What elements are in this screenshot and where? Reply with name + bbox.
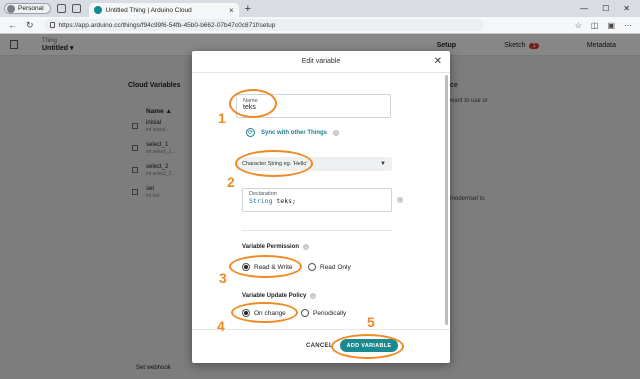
radio-periodically[interactable]: Periodically	[301, 309, 346, 317]
info-icon[interactable]: i	[303, 244, 310, 250]
info-icon[interactable]: i	[397, 197, 403, 203]
minimize-button[interactable]: —	[580, 4, 588, 13]
browser-tab[interactable]: Untitled Thing | Arduino Cloud ×	[88, 3, 239, 17]
annotation-circle-name	[229, 89, 277, 118]
dialog-footer: CANCEL ADD VARIABLE	[192, 329, 450, 363]
sync-link[interactable]: Sync with other Things	[261, 130, 327, 136]
cancel-button[interactable]: CANCEL	[306, 343, 333, 349]
info-icon[interactable]: i	[333, 129, 340, 136]
lock-icon	[49, 22, 55, 28]
permission-title-text: Variable Permission	[242, 244, 300, 250]
annotation-circle-type	[235, 150, 313, 177]
radio-periodically-label: Periodically	[313, 309, 347, 317]
annotation-number: 4	[217, 318, 225, 334]
back-icon[interactable]: ←	[8, 20, 17, 31]
arduino-favicon-icon	[93, 6, 102, 14]
url-field[interactable]: https://app.arduino.cc/things/f94c99f6-5…	[43, 19, 484, 31]
sync-row: ⟳ Sync with other Things i	[246, 128, 340, 137]
annotation-number: 3	[219, 270, 227, 286]
update-policy-title-text: Variable Update Policy	[242, 293, 307, 299]
declaration-field: Declaration String teks;	[242, 188, 392, 212]
close-icon[interactable]: ✕	[434, 56, 442, 67]
nav-buttons: ← ↻	[8, 20, 34, 31]
update-policy-title: Variable Update Policy i	[242, 293, 317, 299]
dialog-scrollbar[interactable]	[445, 75, 448, 325]
radio-unselected-icon	[308, 263, 316, 271]
close-window-button[interactable]: ✕	[623, 4, 630, 13]
browser-titlebar: Personal Untitled Thing | Arduino Cloud …	[0, 0, 640, 17]
workspaces-icon[interactable]	[56, 4, 66, 13]
radio-read-only[interactable]: Read Only	[308, 263, 351, 271]
toolbar-icons: ☆ ◫ ▣ ⋯	[575, 21, 632, 30]
address-bar-row: ← ↻ https://app.arduino.cc/things/f94c99…	[0, 17, 640, 34]
info-icon[interactable]: i	[310, 293, 317, 299]
more-menu-icon[interactable]: ⋯	[624, 21, 632, 30]
reload-icon[interactable]: ↻	[26, 20, 34, 31]
url-text: https://app.arduino.cc/things/f94c99f6-5…	[58, 21, 276, 29]
tab-close-icon[interactable]: ×	[229, 6, 234, 15]
tab-actions-icon[interactable]	[71, 4, 81, 13]
maximize-button[interactable]: ☐	[602, 4, 609, 13]
declaration-rest: teks;	[272, 197, 296, 205]
permission-title: Variable Permission i	[242, 244, 310, 250]
annotation-circle-permission	[229, 255, 302, 278]
new-tab-button[interactable]: +	[245, 3, 251, 15]
profile-label: Personal	[18, 5, 44, 12]
declaration-keyword: String	[249, 197, 273, 205]
caret-down-icon: ▼	[380, 161, 386, 167]
declaration-code: String teks;	[249, 197, 385, 205]
split-screen-icon[interactable]: ◫	[591, 21, 599, 30]
dialog-title: Edit variable	[192, 51, 450, 73]
annotation-number: 2	[227, 174, 235, 190]
window-controls: — ☐ ✕	[580, 4, 630, 13]
annotation-number: 1	[218, 110, 226, 126]
sync-icon[interactable]: ⟳	[246, 128, 255, 137]
radio-read-only-label: Read Only	[320, 263, 351, 271]
annotation-number: 5	[367, 314, 375, 330]
collections-icon[interactable]: ▣	[607, 21, 615, 30]
avatar-icon	[7, 4, 15, 13]
divider	[242, 230, 392, 231]
tab-title: Untitled Thing | Arduino Cloud	[105, 6, 192, 14]
profile-button[interactable]: Personal	[4, 3, 51, 14]
annotation-circle-add	[331, 334, 404, 359]
annotation-circle-update	[231, 302, 298, 323]
favorite-star-icon[interactable]: ☆	[575, 21, 582, 30]
radio-unselected-icon	[301, 309, 309, 317]
